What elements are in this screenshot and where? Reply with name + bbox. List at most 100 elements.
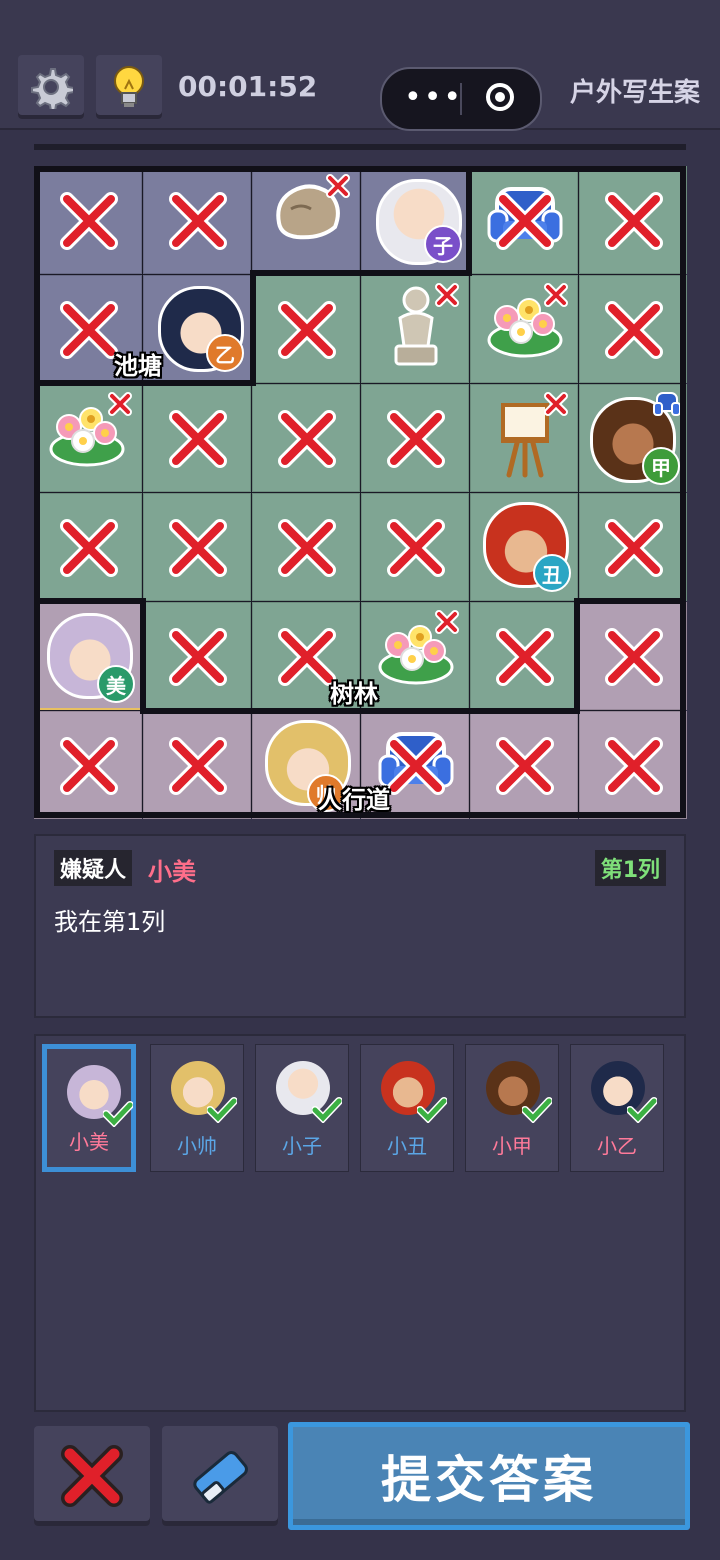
x-mark-icon	[496, 192, 554, 250]
board-cell[interactable]	[34, 384, 142, 492]
clue-panel: 嫌疑人 小美 第1列 我在第1列	[34, 834, 686, 1018]
x-mark-icon	[605, 301, 663, 359]
board-cell[interactable]: 美	[34, 602, 142, 710]
hint-button[interactable]	[96, 55, 162, 119]
case-title: 户外写生案	[569, 78, 700, 108]
board-cell[interactable]	[361, 275, 469, 383]
region-wall	[574, 598, 580, 714]
region-wall	[34, 598, 144, 604]
x-mark-icon	[387, 410, 445, 468]
board-cell[interactable]	[143, 166, 251, 274]
small-x-icon	[544, 392, 568, 416]
suspect-chip-yi[interactable]: 小乙	[570, 1044, 664, 1172]
mark-x-button[interactable]	[34, 1426, 150, 1526]
x-mark-icon	[496, 737, 554, 795]
board-cell[interactable]: 丑	[470, 493, 578, 601]
x-mark-icon	[60, 519, 118, 577]
board-cell[interactable]	[579, 711, 687, 819]
suspect-badge-mei: 美	[97, 665, 135, 703]
more-menu-button[interactable]: •••	[404, 81, 463, 115]
close-miniprogram-icon[interactable]	[486, 83, 514, 111]
eraser-button[interactable]	[162, 1426, 278, 1526]
x-mark-icon	[278, 410, 336, 468]
eraser-icon	[193, 1451, 248, 1504]
gear-icon	[31, 68, 73, 109]
board-cell[interactable]	[470, 602, 578, 710]
suspect-chip-jia[interactable]: 小甲	[465, 1044, 559, 1172]
board-cell[interactable]	[470, 166, 578, 274]
x-mark-icon	[605, 628, 663, 686]
board-cell[interactable]	[579, 166, 687, 274]
x-mark-icon	[605, 737, 663, 795]
suspect-pool: 小美 小帅 小子 小丑 小甲 小乙	[34, 1034, 686, 1412]
submit-answer-button[interactable]: 提交答案	[288, 1422, 690, 1530]
board-cell[interactable]	[143, 384, 251, 492]
suspect-chip-mei[interactable]: 小美	[42, 1044, 136, 1172]
suspect-chip-label: 小甲	[492, 1134, 532, 1158]
capsule-divider	[460, 83, 462, 115]
suspect-tag: 嫌疑人	[54, 850, 133, 886]
board-cell[interactable]	[34, 711, 142, 819]
check-icon	[103, 1101, 133, 1127]
board-cell[interactable]: 甲	[579, 384, 687, 492]
progress-bar	[34, 144, 686, 150]
small-x-icon	[435, 283, 459, 307]
board-cell[interactable]	[252, 493, 360, 601]
x-mark-icon	[169, 519, 227, 577]
board-cell[interactable]	[252, 166, 360, 274]
suspect-badge-chou: 丑	[533, 554, 571, 592]
board-border	[34, 166, 40, 818]
region-wall	[466, 166, 472, 276]
x-mark-icon	[60, 737, 118, 795]
suspect-chip-chou[interactable]: 小丑	[360, 1044, 454, 1172]
board-cell[interactable]	[361, 493, 469, 601]
puzzle-board: 子 乙 甲 丑 美 帅 池塘 树林 人行道	[34, 166, 687, 819]
lightbulb-icon	[114, 66, 144, 107]
region-label-forest: 树林	[330, 680, 378, 708]
mini-armchair-icon	[653, 392, 681, 416]
suspect-chip-shuai[interactable]: 小帅	[150, 1044, 244, 1172]
suspect-chip-zi[interactable]: 小子	[255, 1044, 349, 1172]
board-cell[interactable]	[252, 384, 360, 492]
clue-text: 我在第1列	[54, 908, 166, 936]
board-cell[interactable]	[470, 711, 578, 819]
suspect-chip-label: 小乙	[597, 1134, 637, 1158]
small-x-icon	[108, 392, 132, 416]
suspect-chip-label: 小帅	[177, 1134, 217, 1158]
check-icon	[312, 1097, 342, 1123]
board-cell[interactable]	[361, 384, 469, 492]
x-mark-icon	[60, 301, 118, 359]
x-mark-icon	[387, 737, 445, 795]
x-mark-icon	[387, 519, 445, 577]
game-timer: 00:01:52	[178, 70, 318, 103]
x-mark-icon	[60, 192, 118, 250]
board-cell[interactable]	[579, 602, 687, 710]
suspect-badge-zi: 子	[424, 225, 462, 263]
x-mark-icon	[61, 1445, 123, 1507]
board-cell[interactable]	[470, 275, 578, 383]
x-mark-icon	[278, 519, 336, 577]
x-mark-icon	[169, 192, 227, 250]
board-cell[interactable]	[143, 711, 251, 819]
board-cell[interactable]	[34, 166, 142, 274]
board-cell[interactable]: 子	[361, 166, 469, 274]
board-cell[interactable]	[579, 275, 687, 383]
clue-suspect-name: 小美	[148, 858, 196, 886]
x-mark-icon	[169, 410, 227, 468]
region-wall	[574, 598, 686, 604]
board-cell[interactable]	[470, 384, 578, 492]
board-cell[interactable]	[34, 493, 142, 601]
board-cell[interactable]	[252, 275, 360, 383]
board-cell[interactable]	[143, 602, 251, 710]
suspect-chip-label: 小美	[69, 1130, 109, 1154]
small-x-icon	[326, 174, 350, 198]
x-mark-icon	[278, 301, 336, 359]
settings-button[interactable]	[18, 55, 84, 119]
board-cell[interactable]	[579, 493, 687, 601]
check-icon	[522, 1097, 552, 1123]
small-x-icon	[544, 283, 568, 307]
region-label-pond: 池塘	[114, 352, 162, 380]
region-wall	[250, 270, 256, 384]
board-cell[interactable]	[143, 493, 251, 601]
suspect-badge-yi: 乙	[206, 334, 244, 372]
